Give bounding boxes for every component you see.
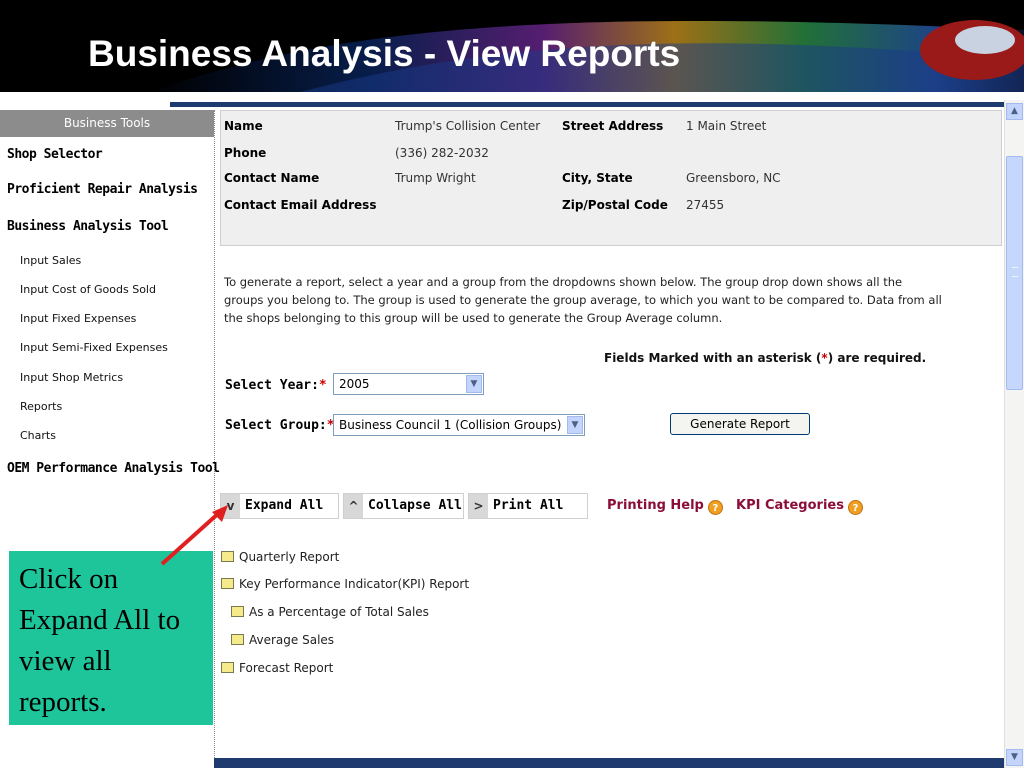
shop-info-panel: Name Trump's Collision Center Street Add… <box>220 110 1002 246</box>
sidebar-item-input-semi-fixed-expenses[interactable]: Input Semi-Fixed Expenses <box>20 341 168 354</box>
printing-help-label: Printing Help <box>607 498 704 513</box>
tree-item-kpi-report[interactable]: Key Performance Indicator(KPI) Report <box>221 577 469 591</box>
city-state-value: Greensboro, NC <box>686 171 781 185</box>
zip-value: 27455 <box>686 198 725 212</box>
instruction-callout: Click on Expand All to view all reports. <box>9 551 213 725</box>
tree-item-label: Forecast Report <box>239 661 334 675</box>
sidebar-item-proficient-repair-analysis[interactable]: Proficient Repair Analysis <box>7 182 198 197</box>
year-required-asterisk: * <box>318 378 327 393</box>
required-note-suffix: ) are required. <box>827 351 927 365</box>
generate-report-button[interactable]: Generate Report <box>670 413 810 435</box>
printing-help-link[interactable]: Printing Help? <box>607 498 723 515</box>
vertical-scrollbar[interactable]: ▲ ▼ <box>1004 100 1024 768</box>
scroll-up-arrow-icon[interactable]: ▲ <box>1006 103 1023 120</box>
kpi-categories-link[interactable]: KPI Categories? <box>736 498 863 515</box>
sidebar-item-input-cogs[interactable]: Input Cost of Goods Sold <box>20 283 156 296</box>
tree-item-label: Key Performance Indicator(KPI) Report <box>239 577 470 591</box>
top-decor-bar <box>0 100 1004 108</box>
folder-icon <box>221 578 234 589</box>
expand-all-label: Expand All <box>245 498 324 513</box>
slide-title: Business Analysis - View Reports <box>88 33 681 74</box>
scroll-thumb[interactable] <box>1006 156 1023 390</box>
required-note-prefix: Fields Marked with an asterisk ( <box>604 351 822 365</box>
street-value: 1 Main Street <box>686 119 767 133</box>
print-all-label: Print All <box>493 498 564 513</box>
collapse-icon: ^ <box>344 494 363 518</box>
street-label: Street Address <box>562 119 664 133</box>
select-year-label: Select Year:* <box>225 378 327 393</box>
instructions-text: To generate a report, select a year and … <box>224 275 942 325</box>
help-icon[interactable]: ? <box>847 500 863 515</box>
scroll-down-arrow-icon[interactable]: ▼ <box>1006 749 1023 766</box>
sidebar-item-input-sales[interactable]: Input Sales <box>20 254 81 267</box>
tree-item-average-sales[interactable]: Average Sales <box>231 633 334 647</box>
sidebar-header: Business Tools <box>0 110 214 137</box>
folder-icon <box>231 634 244 645</box>
sidebar-item-business-analysis-tool[interactable]: Business Analysis Tool <box>7 219 169 234</box>
required-fields-note: Fields Marked with an asterisk (*) are r… <box>604 351 926 365</box>
callout-arrow-icon <box>160 505 228 566</box>
year-select-value: 2005 <box>339 377 370 391</box>
sidebar-item-shop-selector[interactable]: Shop Selector <box>7 147 103 162</box>
year-select[interactable]: 2005 ▼ <box>333 373 484 395</box>
slide-header: Business Analysis - View Reports <box>0 0 1024 92</box>
sidebar-item-input-shop-metrics[interactable]: Input Shop Metrics <box>20 371 123 384</box>
contact-name-value: Trump Wright <box>395 171 476 185</box>
contact-name-label: Contact Name <box>224 171 320 185</box>
main-content: Name Trump's Collision Center Street Add… <box>220 110 1004 768</box>
phone-value: (336) 282-2032 <box>395 146 489 160</box>
sidebar-item-reports[interactable]: Reports <box>20 400 62 413</box>
select-group-label: Select Group:* <box>225 418 335 433</box>
sidebar-item-input-fixed-expenses[interactable]: Input Fixed Expenses <box>20 312 136 325</box>
print-icon: > <box>469 494 488 518</box>
collapse-all-button[interactable]: ^ Collapse All <box>343 493 464 519</box>
phone-label: Phone <box>224 146 267 160</box>
select-group-label-text: Select Group: <box>225 418 327 433</box>
tree-item-label: As a Percentage of Total Sales <box>249 605 429 619</box>
print-all-button[interactable]: > Print All <box>468 493 588 519</box>
tree-item-forecast-report[interactable]: Forecast Report <box>221 661 333 675</box>
contact-email-label: Contact Email Address <box>224 198 377 212</box>
tree-item-label: Average Sales <box>249 633 335 647</box>
name-label: Name <box>224 119 263 133</box>
kpi-categories-label: KPI Categories <box>736 498 844 513</box>
name-value: Trump's Collision Center <box>395 119 541 133</box>
tree-item-label: Quarterly Report <box>239 550 340 564</box>
collapse-all-label: Collapse All <box>368 498 462 513</box>
bottom-decor-bar <box>214 758 1004 768</box>
folder-icon <box>231 606 244 617</box>
chevron-down-icon[interactable]: ▼ <box>567 416 583 434</box>
zip-label: Zip/Postal Code <box>562 198 668 212</box>
group-select[interactable]: Business Council 1 (Collision Groups) ▼ <box>333 414 585 436</box>
select-year-label-text: Select Year: <box>225 378 319 393</box>
tree-item-percentage-of-sales[interactable]: As a Percentage of Total Sales <box>231 605 429 619</box>
sidebar-item-oem-performance-analysis-tool[interactable]: OEM Performance Analysis Tool <box>7 461 220 476</box>
city-state-label: City, State <box>562 171 633 185</box>
group-select-value: Business Council 1 (Collision Groups) <box>339 418 562 432</box>
help-icon[interactable]: ? <box>707 500 723 515</box>
sidebar-item-charts[interactable]: Charts <box>20 429 56 442</box>
chevron-down-icon[interactable]: ▼ <box>466 375 482 393</box>
folder-icon <box>221 662 234 673</box>
